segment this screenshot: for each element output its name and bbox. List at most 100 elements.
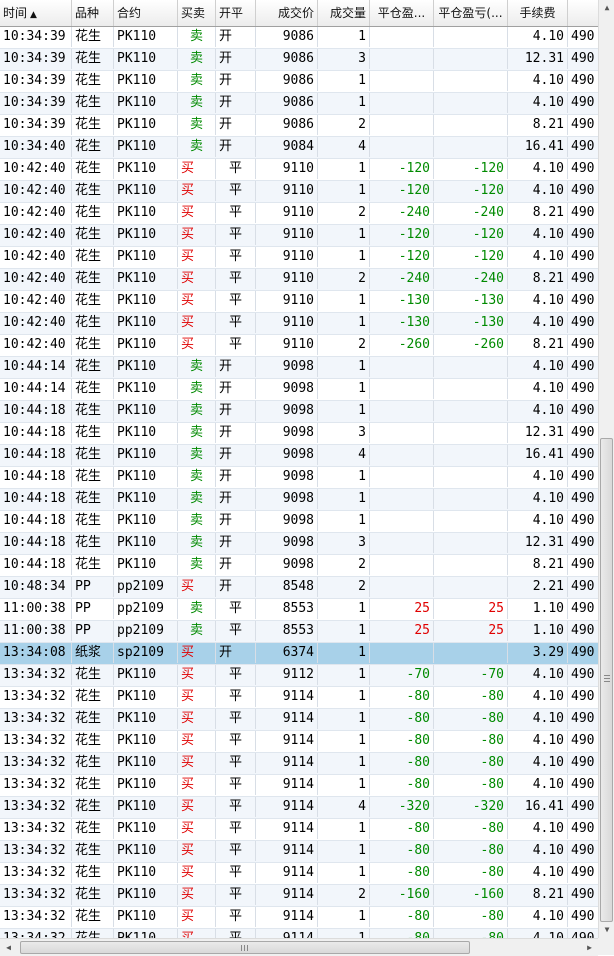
cell-extra: 490	[568, 577, 598, 597]
scroll-down-arrow-icon[interactable]: ▼	[599, 922, 614, 938]
table-row[interactable]: 10:42:40 花生 PK110 买平 9110 1 -120 -120 4.10 490	[0, 225, 598, 247]
cell-fee: 4.10	[508, 731, 568, 751]
col-header-extra[interactable]	[568, 0, 598, 26]
cell-openclose: 平	[216, 863, 256, 883]
cell-extra: 490	[568, 423, 598, 443]
table-row[interactable]: 10:42:40 花生 PK110 买平 9110 2 -240 -240 8.21 490	[0, 203, 598, 225]
table-row[interactable]: 10:42:40 花生 PK110 买平 9110 2 -240 -240 8.21 490	[0, 269, 598, 291]
cell-close-pnl: -260	[370, 335, 434, 355]
cell-close-pnl-2: -80	[434, 929, 508, 938]
table-row[interactable]: 10:42:40 花生 PK110 买平 9110 1 -120 -120 4.10 490	[0, 159, 598, 181]
table-row[interactable]: 13:34:32花生PK110买平91141-80-804.10490	[0, 753, 598, 775]
table-row[interactable]: 13:34:32花生PK110买平91141-80-804.10490	[0, 907, 598, 929]
cell-extra: 490	[568, 753, 598, 773]
col-header-time[interactable]: 时间 ▲	[0, 0, 72, 26]
table-row[interactable]: 10:48:34 PP pp2109 买开 8548 2 2.21 490	[0, 577, 598, 599]
table-row[interactable]: 10:34:39 花生 PK110 卖开 9086 1 4.10 490	[0, 27, 598, 49]
table-row[interactable]: 13:34:32花生PK110买平91141-80-804.10490	[0, 731, 598, 753]
cell-price: 9114	[256, 819, 318, 839]
cell-close-pnl	[370, 577, 434, 597]
table-row[interactable]: 13:34:32花生PK110买平91141-80-804.10490	[0, 841, 598, 863]
col-header-variety[interactable]: 品种	[72, 0, 114, 26]
cell-price: 9112	[256, 665, 318, 685]
table-row[interactable]: 13:34:32花生PK110买平91141-80-804.10490	[0, 863, 598, 885]
cell-qty: 1	[318, 159, 370, 179]
col-header-qty[interactable]: 成交量	[318, 0, 370, 26]
cell-variety: 花生	[72, 687, 114, 707]
cell-time: 13:34:32	[0, 819, 72, 839]
table-row[interactable]: 10:42:40 花生 PK110 买平 9110 2 -260 -260 8.21 490	[0, 335, 598, 357]
cell-contract: PK110	[114, 269, 178, 289]
table-row[interactable]: 10:34:39 花生 PK110 卖开 9086 1 4.10 490	[0, 71, 598, 93]
col-header-close-pnl-2[interactable]: 平仓盈亏(...	[434, 0, 508, 26]
table-row[interactable]: 10:44:18 花生 PK110 卖开 9098 1 4.10 490	[0, 467, 598, 489]
cell-openclose: 平	[216, 731, 256, 751]
cell-extra: 490	[568, 247, 598, 267]
cell-fee: 16.41	[508, 137, 568, 157]
table-row[interactable]: 13:34:32 花生 PK110 买平 9114 4 -320 -320 16.41 490	[0, 797, 598, 819]
table-row[interactable]: 13:34:32花生PK110买平91141-80-804.10490	[0, 819, 598, 841]
cell-contract: PK110	[114, 775, 178, 795]
cell-variety: 花生	[72, 225, 114, 245]
cell-contract: PK110	[114, 929, 178, 938]
table-row[interactable]: 10:34:39 花生 PK110 卖开 9086 1 4.10 490	[0, 93, 598, 115]
table-row[interactable]: 13:34:32 花生 PK110 买平 9112 1 -70 -70 4.10 490	[0, 665, 598, 687]
horizontal-scroll-thumb[interactable]	[20, 941, 470, 954]
table-row[interactable]: 13:34:32花生PK110买平91141-80-804.10490	[0, 709, 598, 731]
table-row[interactable]: 10:42:40 花生 PK110 买平 9110 1 -130 -130 4.10 490	[0, 291, 598, 313]
cell-variety: 花生	[72, 819, 114, 839]
cell-variety: 花生	[72, 467, 114, 487]
table-row[interactable]: 10:44:18 花生 PK110 卖开 9098 1 4.10 490	[0, 489, 598, 511]
table-row[interactable]: 10:44:18 花生 PK110 卖开 9098 1 4.10 490	[0, 511, 598, 533]
col-header-contract[interactable]: 合约	[114, 0, 178, 26]
table-row[interactable]: 13:34:32 花生 PK110 买平 9114 2 -160 -160 8.21 490	[0, 885, 598, 907]
table-row[interactable]: 13:34:32花生PK110买平91141-80-804.10490	[0, 687, 598, 709]
cell-buysell: 买	[178, 291, 216, 311]
table-row[interactable]: 10:42:40 花生 PK110 买平 9110 1 -120 -120 4.10 490	[0, 181, 598, 203]
cell-qty: 1	[318, 863, 370, 883]
col-header-fee[interactable]: 手续费	[508, 0, 568, 26]
scroll-right-arrow-icon[interactable]: ▶	[581, 939, 598, 956]
table-row[interactable]: 10:34:39 花生 PK110 卖开 9086 2 8.21 490	[0, 115, 598, 137]
table-row[interactable]: 10:44:18 花生 PK110 卖开 9098 2 8.21 490	[0, 555, 598, 577]
table-row[interactable]: 10:34:39 花生 PK110 卖开 9086 3 12.31 490	[0, 49, 598, 71]
table-row[interactable]: 10:42:40 花生 PK110 买平 9110 1 -130 -130 4.10 490	[0, 313, 598, 335]
table-row[interactable]: 13:34:32花生PK110买平91141-80-804.10490	[0, 775, 598, 797]
scroll-up-arrow-icon[interactable]: ▲	[599, 0, 614, 16]
table-row-selected[interactable]: 13:34:08 纸浆 sp2109 买开 6374 1 3.29 490	[0, 643, 598, 665]
cell-extra: 490	[568, 489, 598, 509]
cell-close-pnl: -120	[370, 225, 434, 245]
table-row[interactable]: 10:44:18 花生 PK110 卖开 9098 4 16.41 490	[0, 445, 598, 467]
table-row[interactable]: 10:44:14 花生 PK110 卖开 9098 1 4.10 490	[0, 379, 598, 401]
cell-extra: 490	[568, 225, 598, 245]
cell-contract: PK110	[114, 225, 178, 245]
cell-contract: PK110	[114, 357, 178, 377]
vertical-scrollbar[interactable]: ▲ ▼	[598, 0, 614, 938]
cell-buysell: 买	[178, 819, 216, 839]
cell-buysell: 买	[178, 577, 216, 597]
scroll-left-arrow-icon[interactable]: ◀	[0, 939, 17, 956]
vertical-scroll-thumb[interactable]	[600, 438, 613, 922]
col-header-price[interactable]: 成交价	[256, 0, 318, 26]
cell-openclose: 平	[216, 203, 256, 223]
col-header-close-pnl[interactable]: 平仓盈...	[370, 0, 434, 26]
cell-buysell: 卖	[178, 357, 216, 377]
horizontal-scrollbar[interactable]: ◀ ▶	[0, 938, 598, 956]
table-row[interactable]: 10:44:18 花生 PK110 卖开 9098 1 4.10 490	[0, 401, 598, 423]
table-row[interactable]: 11:00:38 PP pp2109 卖平 8553 1 25 25 1.10 490	[0, 621, 598, 643]
col-header-openclose[interactable]: 开平	[216, 0, 256, 26]
table-row[interactable]: 10:34:40 花生 PK110 卖开 9084 4 16.41 490	[0, 137, 598, 159]
cell-variety: 花生	[72, 335, 114, 355]
table-row[interactable]: 10:44:18 花生 PK110 卖开 9098 3 12.31 490	[0, 423, 598, 445]
cell-openclose: 开	[216, 555, 256, 575]
table-row[interactable]: 10:42:40 花生 PK110 买平 9110 1 -120 -120 4.10 490	[0, 247, 598, 269]
cell-fee: 4.10	[508, 489, 568, 509]
table-row[interactable]: 10:44:14 花生 PK110 卖开 9098 1 4.10 490	[0, 357, 598, 379]
table-row[interactable]: 10:44:18 花生 PK110 卖开 9098 3 12.31 490	[0, 533, 598, 555]
col-header-buysell[interactable]: 买卖	[178, 0, 216, 26]
cell-buysell: 卖	[178, 423, 216, 443]
cell-price: 8553	[256, 599, 318, 619]
cell-buysell: 买	[178, 731, 216, 751]
table-row[interactable]: 11:00:38 PP pp2109 卖平 8553 1 25 25 1.10 490	[0, 599, 598, 621]
table-row[interactable]: 13:34:32花生PK110买平91141-80-804.10490	[0, 929, 598, 938]
